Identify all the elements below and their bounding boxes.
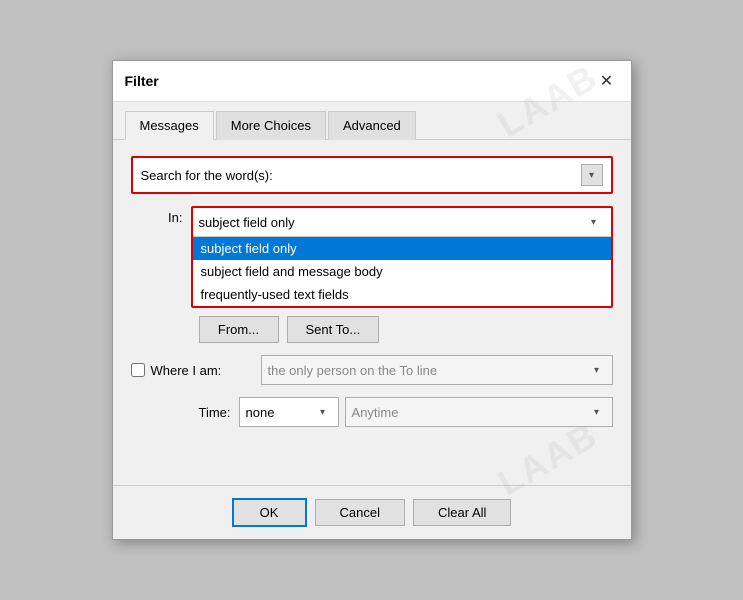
time-dropdown-chevron[interactable]: ▾ [314,401,332,423]
anytime-placeholder: Anytime [352,405,588,420]
where-i-am-row: Where I am: the only person on the To li… [131,355,613,385]
from-sentto-row: From... Sent To... [131,316,613,343]
time-select[interactable]: none ▾ [239,397,339,427]
sent-to-button[interactable]: Sent To... [287,316,380,343]
search-label: Search for the word(s): [141,168,273,183]
in-dropdown[interactable]: subject field only ▾ subject field only … [191,206,613,308]
where-i-am-checkbox[interactable] [131,363,145,377]
in-dropdown-chevron[interactable]: ▾ [583,211,605,233]
anytime-dropdown-chevron[interactable]: ▾ [588,401,606,423]
time-value: none [246,405,314,420]
where-checkbox-wrap: Where I am: [131,363,261,378]
where-i-am-label: Where I am: [151,363,222,378]
dropdown-item-subject-only[interactable]: subject field only [193,237,611,260]
where-i-am-placeholder: the only person on the To line [268,363,588,378]
ok-button[interactable]: OK [232,498,307,527]
dialog-title: Filter [125,73,159,89]
in-dropdown-header[interactable]: subject field only ▾ [193,208,611,236]
close-button[interactable]: ✕ [595,69,619,93]
tab-messages[interactable]: Messages [125,111,214,140]
in-row: In: subject field only ▾ subject field o… [131,206,613,308]
tab-advanced[interactable]: Advanced [328,111,416,140]
tab-content: Search for the word(s): ▾ In: subject fi… [113,140,631,485]
clear-all-button[interactable]: Clear All [413,499,511,526]
dropdown-item-subject-body[interactable]: subject field and message body [193,260,611,283]
time-label: Time: [199,405,231,420]
time-row: Time: none ▾ Anytime ▾ [131,397,613,427]
from-button[interactable]: From... [199,316,279,343]
in-label: In: [131,206,191,225]
where-dropdown-chevron[interactable]: ▾ [588,359,606,381]
search-input[interactable] [281,168,581,183]
anytime-select[interactable]: Anytime ▾ [345,397,613,427]
tab-more-choices[interactable]: More Choices [216,111,326,140]
footer: OK Cancel Clear All [113,485,631,539]
search-row: Search for the word(s): ▾ [131,156,613,194]
title-bar: Filter ✕ [113,61,631,102]
cancel-button[interactable]: Cancel [315,499,405,526]
in-selected-value: subject field only [199,215,583,230]
where-i-am-dropdown[interactable]: the only person on the To line ▾ [261,355,613,385]
filter-dialog: Filter ✕ Messages More Choices Advanced … [112,60,632,540]
dropdown-item-frequently-used[interactable]: frequently-used text fields [193,283,611,306]
in-dropdown-list: subject field only subject field and mes… [193,236,611,306]
search-dropdown-btn[interactable]: ▾ [581,164,603,186]
tab-bar: Messages More Choices Advanced [113,102,631,140]
